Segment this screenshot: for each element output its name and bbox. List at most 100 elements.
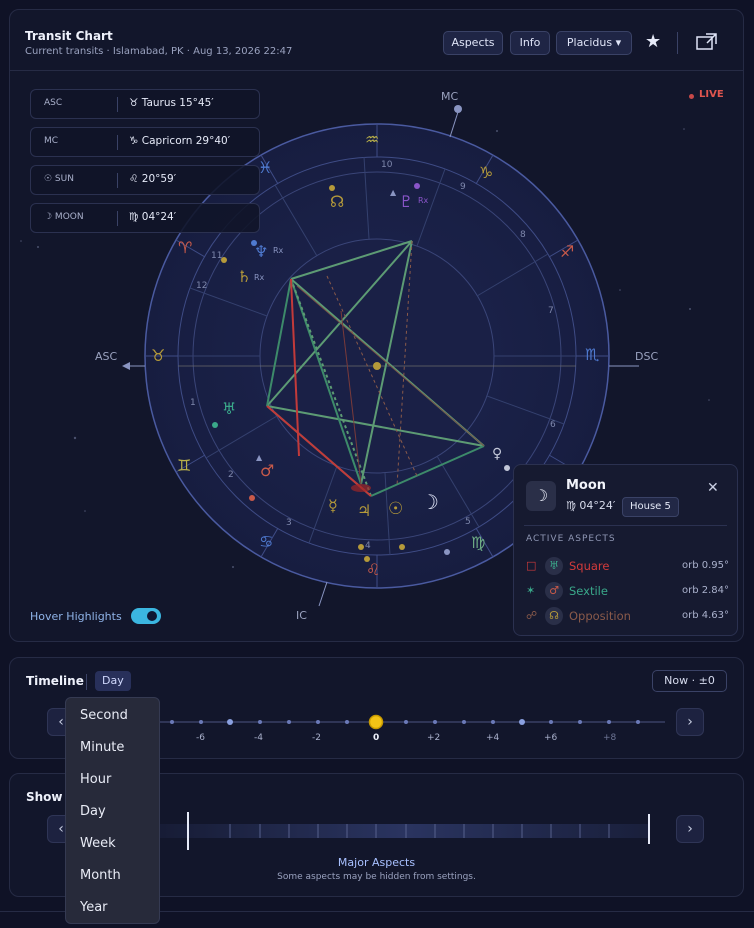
square-icon: □ [526, 559, 537, 572]
active-aspects-heading: ACTIVE ASPECTS [526, 534, 616, 544]
aquarius-icon: ♒ [365, 130, 380, 149]
info-separator [117, 211, 118, 226]
info-separator [117, 97, 118, 112]
venus-icon: ♀ [492, 446, 503, 462]
house-number: 9 [460, 182, 466, 192]
tick-label: -4 [254, 733, 263, 743]
scorpio-icon: ♏ [585, 345, 600, 364]
info-value: ♉ Taurus 15°45′ [129, 97, 214, 109]
aspect-name: Square [569, 559, 610, 573]
saturn-icon: ♄ [237, 267, 252, 286]
aspect-row-opposition[interactable]: ☍ ☊ Opposition orb 4.63° [524, 607, 729, 627]
info-key: MC [44, 136, 59, 146]
mars-icon: ♂ [545, 582, 563, 600]
moon-info-row: ☽ MOON ♍ 04°24′ [30, 203, 260, 233]
tick-label: -2 [312, 733, 321, 743]
sun-icon: ☉ [388, 499, 404, 519]
live-badge: LIVE [699, 89, 724, 100]
leo-icon: ♌ [129, 173, 139, 185]
sun-value: 20°59′ [141, 173, 177, 185]
opposition-icon: ☍ [526, 609, 538, 622]
moon-icon: ☽ [526, 481, 556, 511]
triangle-marker-icon: ▲ [390, 188, 397, 197]
mc-marker [454, 105, 462, 113]
dsc-axis-label: DSC [635, 350, 659, 363]
moon-value: 04°24′ [141, 211, 177, 223]
toggle-knob [147, 611, 157, 621]
info-key: ASC [44, 98, 63, 108]
taurus-icon: ♉ [151, 346, 166, 365]
popup-title: Moon [566, 478, 607, 493]
tick-label: +4 [486, 733, 500, 743]
close-icon[interactable]: ✕ [707, 480, 719, 496]
neptune-icon: ♆ [254, 242, 269, 261]
aspect-orb: orb 0.95° [681, 560, 729, 571]
mars-icon: ♂ [260, 461, 275, 480]
node-icon: ☊ [545, 607, 563, 625]
menu-item-week[interactable]: Week [80, 836, 116, 851]
chart-panel: Transit Chart Current transits · Islamab… [9, 9, 744, 642]
taurus-icon: ♉ [129, 97, 139, 109]
menu-item-minute[interactable]: Minute [80, 740, 124, 755]
house-number: 5 [465, 517, 471, 527]
mc-value: Capricorn 29°40′ [141, 135, 231, 147]
aspect-orb: orb 2.84° [681, 585, 729, 596]
mercury-icon: ☿ [328, 496, 338, 515]
mc-info-row: MC ♑ Capricorn 29°40′ [30, 127, 260, 157]
leo-icon: ♌ [366, 560, 381, 579]
sun-info-row: ☉ SUN ♌ 20°59′ [30, 165, 260, 195]
house-number: 2 [228, 470, 234, 480]
ic-axis-label: IC [296, 609, 307, 622]
capricorn-icon: ♑ [479, 163, 494, 182]
asc-info-row: ASC ♉ Taurus 15°45′ [30, 89, 260, 119]
sextile-icon: ✶ [526, 584, 536, 597]
house-number: 1 [190, 398, 196, 408]
info-separator [117, 173, 118, 188]
moon-icon: ☽ [421, 490, 439, 514]
info-separator [117, 135, 118, 150]
house-number: 12 [196, 281, 208, 291]
tick-label: -6 [196, 733, 205, 743]
pisces-icon: ♓ [258, 158, 273, 177]
aspect-name: Sextile [569, 584, 608, 598]
chart-center-dot [373, 362, 381, 370]
tick-label: +6 [544, 733, 558, 743]
popup-position: ♍ 04°24′ [566, 499, 616, 512]
timeline-current-marker[interactable] [368, 714, 384, 730]
menu-item-day[interactable]: Day [80, 804, 106, 819]
saturn-retro-label: Rx [254, 273, 265, 282]
time-unit-dropdown: Second Minute Hour Day Week Month Year [65, 697, 160, 924]
pluto-icon: ♇ [399, 192, 414, 211]
house-badge: House 5 [622, 497, 679, 517]
hover-highlights-toggle[interactable] [131, 608, 161, 624]
menu-item-hour[interactable]: Hour [80, 772, 111, 787]
node-icon: ☊ [330, 192, 345, 211]
aspect-row-square[interactable]: □ ♅ Square orb 0.95° [524, 557, 729, 577]
mc-axis-label: MC [441, 90, 459, 103]
live-indicator-dot [689, 94, 694, 99]
house-number: 8 [520, 230, 526, 240]
tick-label: +2 [427, 733, 441, 743]
house-number: 10 [381, 160, 393, 170]
house-number: 3 [286, 518, 292, 528]
planet-detail-popup: ☽ Moon ♍ 04°24′ House 5 ✕ ACTIVE ASPECTS… [513, 464, 738, 636]
house-number: 4 [365, 541, 371, 551]
aspect-row-sextile[interactable]: ✶ ♂ Sextile orb 2.84° [524, 582, 729, 602]
house-number: 11 [211, 251, 223, 261]
cancer-icon: ♋ [259, 532, 274, 551]
jupiter-icon: ♃ [357, 501, 372, 520]
info-key: ☽ MOON [44, 212, 84, 222]
info-value: ♌ 20°59′ [129, 173, 176, 185]
hover-highlights-label: Hover Highlights [30, 610, 122, 623]
virgo-icon: ♍ [471, 533, 486, 552]
house-number: 7 [548, 306, 554, 316]
menu-item-month[interactable]: Month [80, 868, 121, 883]
info-value: ♑ Capricorn 29°40′ [129, 135, 230, 147]
triangle-marker-icon: ▲ [256, 453, 263, 462]
sagittarius-icon: ♐ [560, 242, 575, 261]
asc-axis-label: ASC [95, 350, 118, 363]
tick-label-current: 0 [373, 733, 380, 743]
tick-label: +8 [603, 733, 617, 743]
menu-item-year[interactable]: Year [80, 900, 108, 915]
menu-item-second[interactable]: Second [80, 708, 128, 723]
